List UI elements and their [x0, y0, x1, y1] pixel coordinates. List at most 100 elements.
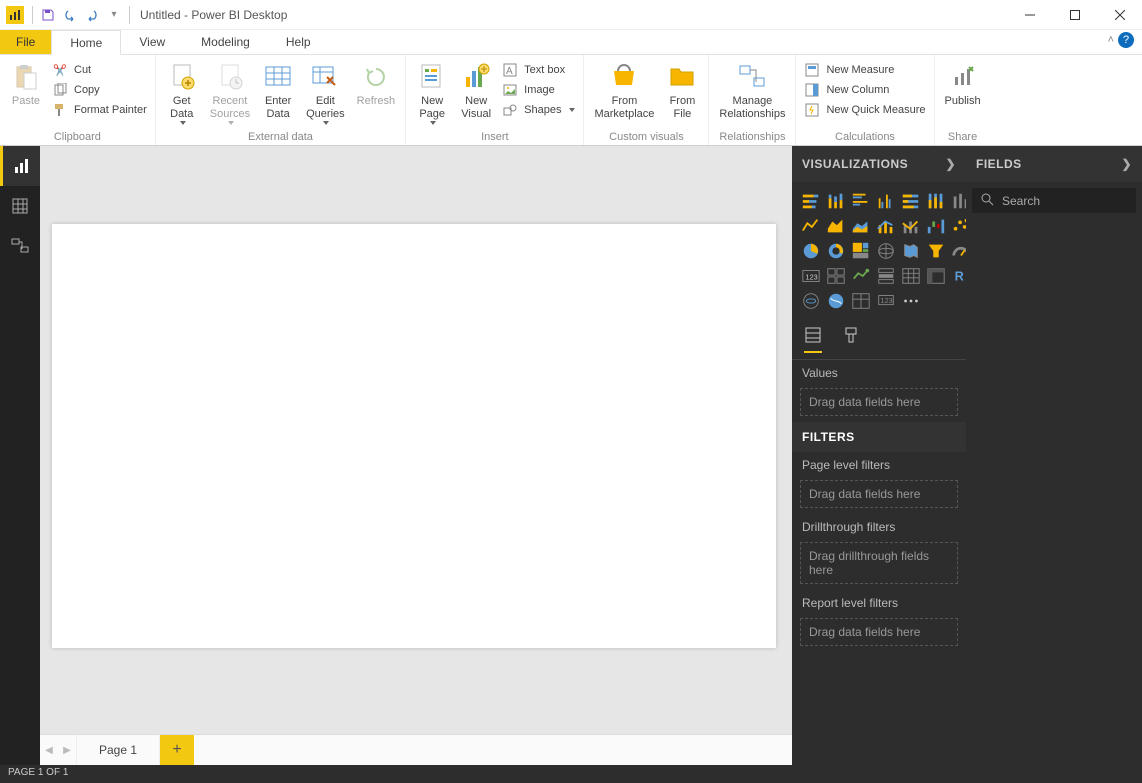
fields-search[interactable]: Search	[972, 188, 1136, 213]
page-prev-button[interactable]: ◀	[40, 735, 58, 765]
page-filters-label: Page level filters	[792, 452, 966, 478]
minimize-button[interactable]	[1007, 0, 1052, 29]
viz-slicer[interactable]	[875, 265, 897, 287]
textbox-button[interactable]: AText box	[498, 61, 579, 79]
viz-clustered-column[interactable]	[875, 190, 897, 212]
page-next-button[interactable]: ▶	[58, 735, 76, 765]
viz-stacked-column[interactable]	[825, 190, 847, 212]
from-file-icon	[666, 61, 698, 93]
recent-sources-button[interactable]: Recent Sources	[204, 57, 256, 125]
from-marketplace-button[interactable]: From Marketplace	[588, 57, 660, 121]
report-view-button[interactable]	[0, 146, 40, 186]
visualizations-header[interactable]: VISUALIZATIONS ❯	[792, 146, 966, 182]
new-column-button[interactable]: New Column	[800, 81, 929, 99]
edit-queries-button[interactable]: Edit Queries	[300, 57, 351, 125]
new-page-icon	[416, 61, 448, 93]
new-visual-button[interactable]: New Visual	[454, 57, 498, 121]
fields-header[interactable]: FIELDS ❯	[966, 146, 1142, 182]
from-file-button[interactable]: From File	[660, 57, 704, 121]
ribbon-tabs: File Home View Modeling Help ˄ ?	[0, 30, 1142, 55]
shapes-button[interactable]: Shapes	[498, 101, 579, 119]
tab-view[interactable]: View	[121, 30, 183, 54]
viz-more[interactable]	[900, 290, 922, 312]
group-clipboard: Paste ✂️Cut Copy Format Painter Clipboar…	[0, 55, 156, 145]
viz-multi-card[interactable]	[825, 265, 847, 287]
get-data-button[interactable]: Get Data	[160, 57, 204, 125]
redo-icon[interactable]	[81, 4, 103, 26]
manage-relationships-button[interactable]: Manage Relationships	[713, 57, 791, 121]
maximize-button[interactable]	[1052, 0, 1097, 29]
canvas-area[interactable]: ◀ ▶ Page 1 +	[40, 146, 792, 765]
add-page-button[interactable]: +	[160, 735, 194, 765]
new-measure-button[interactable]: New Measure	[800, 61, 929, 79]
refresh-icon	[360, 61, 392, 93]
report-canvas[interactable]	[52, 224, 776, 648]
viz-100-column[interactable]	[925, 190, 947, 212]
viz-stacked-bar[interactable]	[800, 190, 822, 212]
workspace: ◀ ▶ Page 1 + VISUALIZATIONS ❯ 123R123 Va…	[0, 146, 1142, 765]
viz-line[interactable]	[800, 215, 822, 237]
help-icon[interactable]: ?	[1118, 32, 1134, 48]
viz-card[interactable]: 123	[800, 265, 822, 287]
undo-icon[interactable]	[59, 4, 81, 26]
image-button[interactable]: Image	[498, 81, 579, 99]
tab-modeling[interactable]: Modeling	[183, 30, 268, 54]
new-quick-measure-button[interactable]: New Quick Measure	[800, 101, 929, 119]
report-filters-label: Report level filters	[792, 590, 966, 616]
tab-help[interactable]: Help	[268, 30, 329, 54]
save-icon[interactable]	[37, 4, 59, 26]
svg-text:123: 123	[881, 296, 893, 305]
viz-key-influencers[interactable]	[850, 290, 872, 312]
column-icon	[804, 82, 820, 98]
values-dropzone[interactable]: Drag data fields here	[800, 388, 958, 416]
viz-clustered-bar[interactable]	[850, 190, 872, 212]
enter-data-button[interactable]: Enter Data	[256, 57, 300, 121]
publish-button[interactable]: Publish	[939, 57, 987, 108]
viz-funnel[interactable]	[925, 240, 947, 262]
copy-button[interactable]: Copy	[48, 81, 151, 99]
measure-icon	[804, 62, 820, 78]
report-filters-dropzone[interactable]: Drag data fields here	[800, 618, 958, 646]
format-tab[interactable]	[842, 326, 860, 353]
viz-pie[interactable]	[800, 240, 822, 262]
viz-waterfall[interactable]	[925, 215, 947, 237]
values-label: Values	[792, 360, 966, 386]
viz-treemap[interactable]	[850, 240, 872, 262]
viz-stacked-area[interactable]	[850, 215, 872, 237]
viz-combo-col-line[interactable]	[875, 215, 897, 237]
viz-arcgis[interactable]	[825, 290, 847, 312]
format-painter-button[interactable]: Format Painter	[48, 101, 151, 119]
ribbon: Paste ✂️Cut Copy Format Painter Clipboar…	[0, 55, 1142, 146]
viz-combo-col-line2[interactable]	[900, 215, 922, 237]
close-button[interactable]	[1097, 0, 1142, 29]
new-page-button[interactable]: New Page	[410, 57, 454, 125]
viz-qa[interactable]: 123	[875, 290, 897, 312]
model-view-button[interactable]	[0, 226, 40, 266]
tab-file[interactable]: File	[0, 30, 51, 54]
page-tab-1[interactable]: Page 1	[76, 735, 160, 765]
viz-python-visual[interactable]	[800, 290, 822, 312]
viz-area[interactable]	[825, 215, 847, 237]
viz-map[interactable]	[875, 240, 897, 262]
viz-filled-map[interactable]	[900, 240, 922, 262]
cut-button[interactable]: ✂️Cut	[48, 61, 151, 79]
tab-home[interactable]: Home	[51, 30, 121, 55]
viz-donut[interactable]	[825, 240, 847, 262]
page-filters-dropzone[interactable]: Drag data fields here	[800, 480, 958, 508]
viz-table[interactable]	[900, 265, 922, 287]
app-logo	[6, 6, 24, 24]
data-view-button[interactable]	[0, 186, 40, 226]
drillthrough-dropzone[interactable]: Drag drillthrough fields here	[800, 542, 958, 584]
fields-tab[interactable]	[804, 326, 822, 353]
viz-kpi[interactable]	[850, 265, 872, 287]
enter-data-icon	[262, 61, 294, 93]
collapse-ribbon-icon[interactable]: ˄	[1108, 34, 1114, 46]
paste-icon	[10, 61, 42, 93]
group-custom-visuals: From Marketplace From File Custom visual…	[584, 55, 709, 145]
viz-100-bar[interactable]	[900, 190, 922, 212]
viz-matrix[interactable]	[925, 265, 947, 287]
refresh-button[interactable]: Refresh	[351, 57, 402, 108]
group-insert: New Page New Visual AText box Image Shap…	[406, 55, 584, 145]
qat-dropdown-icon[interactable]: ▾	[103, 4, 125, 26]
paste-button[interactable]: Paste	[4, 57, 48, 108]
